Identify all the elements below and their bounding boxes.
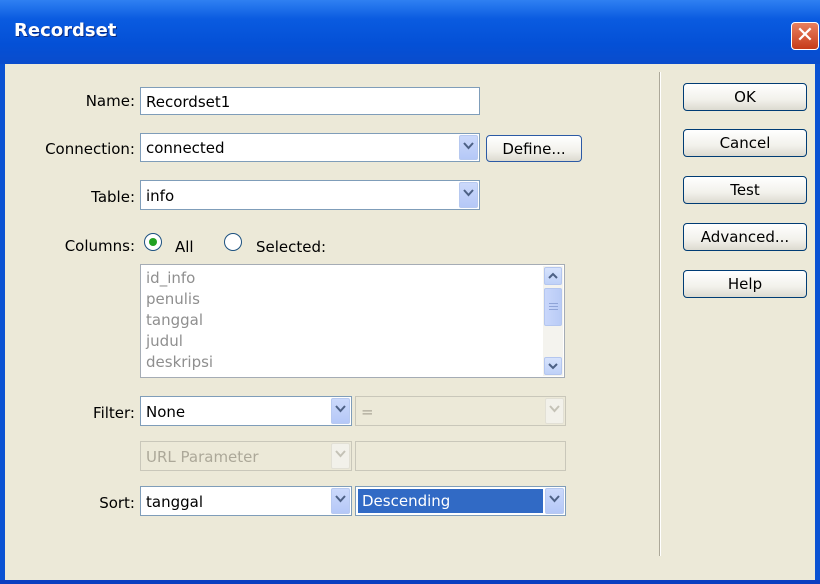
radio-checked-dot xyxy=(149,238,157,246)
connection-select[interactable]: connected xyxy=(140,133,480,162)
name-label: Name: xyxy=(85,92,135,110)
chevron-down-icon[interactable] xyxy=(331,488,350,514)
chevron-down-icon[interactable] xyxy=(545,488,564,514)
filter-column-select[interactable]: None xyxy=(140,396,352,426)
chevron-down-icon xyxy=(548,363,558,370)
close-icon: ✕ xyxy=(795,23,815,48)
filter-value-input xyxy=(355,441,566,471)
list-item[interactable]: penulis xyxy=(146,290,200,308)
columns-all-label[interactable]: All xyxy=(175,238,194,256)
filter-operator-select: = xyxy=(355,396,566,426)
vertical-divider xyxy=(659,72,661,556)
cancel-button[interactable]: Cancel xyxy=(683,129,807,157)
ok-button[interactable]: OK xyxy=(683,83,807,111)
chevron-down-icon[interactable] xyxy=(331,398,350,424)
list-item[interactable]: deskripsi xyxy=(146,353,213,371)
sort-column-select[interactable]: tanggal xyxy=(140,486,352,516)
table-label: Table: xyxy=(91,188,135,206)
connection-label: Connection: xyxy=(45,140,135,158)
name-value: Recordset1 xyxy=(146,93,231,111)
list-item[interactable]: judul xyxy=(146,332,183,350)
filter-column-value: None xyxy=(146,403,186,421)
list-scrollbar[interactable] xyxy=(543,266,563,376)
columns-selected-label[interactable]: Selected: xyxy=(256,238,326,256)
sort-order-select[interactable]: Descending xyxy=(355,486,566,516)
filter-source-value: URL Parameter xyxy=(146,448,259,466)
name-input[interactable]: Recordset1 xyxy=(140,87,480,115)
define-button[interactable]: Define... xyxy=(486,135,582,162)
chevron-down-icon[interactable] xyxy=(459,182,478,208)
sort-order-highlight: Descending xyxy=(358,489,543,513)
sort-column-value: tanggal xyxy=(146,493,203,511)
recordset-dialog: Recordset ✕ Name: Recordset1 Connection:… xyxy=(0,0,820,584)
filter-source-select: URL Parameter xyxy=(140,441,352,471)
help-button[interactable]: Help xyxy=(683,270,807,298)
columns-label: Columns: xyxy=(64,237,135,255)
connection-value: connected xyxy=(146,139,225,157)
table-value: info xyxy=(146,187,175,205)
test-button[interactable]: Test xyxy=(683,176,807,204)
scroll-thumb[interactable] xyxy=(544,288,562,326)
window-title: Recordset xyxy=(14,20,117,41)
filter-label: Filter: xyxy=(93,404,135,422)
chevron-down-icon xyxy=(331,443,350,469)
scroll-down-button[interactable] xyxy=(544,357,562,375)
window-bottom-border xyxy=(0,580,820,584)
title-bar[interactable]: Recordset ✕ xyxy=(0,0,820,64)
dialog-body: Name: Recordset1 Connection: connected D… xyxy=(5,64,815,580)
filter-operator-value: = xyxy=(361,403,374,421)
close-button[interactable]: ✕ xyxy=(791,22,819,50)
sort-label: Sort: xyxy=(99,494,135,512)
columns-all-radio[interactable] xyxy=(144,233,162,251)
columns-selected-radio[interactable] xyxy=(224,233,242,251)
sort-order-value: Descending xyxy=(362,492,451,510)
chevron-down-icon[interactable] xyxy=(459,135,478,160)
scroll-up-button[interactable] xyxy=(544,267,562,285)
columns-listbox[interactable]: id_info penulis tanggal judul deskripsi xyxy=(140,264,565,378)
list-item[interactable]: id_info xyxy=(146,269,195,287)
advanced-button[interactable]: Advanced... xyxy=(683,223,807,251)
table-select[interactable]: info xyxy=(140,180,480,210)
list-item[interactable]: tanggal xyxy=(146,311,203,329)
chevron-down-icon xyxy=(545,398,564,424)
chevron-up-icon xyxy=(548,272,558,279)
